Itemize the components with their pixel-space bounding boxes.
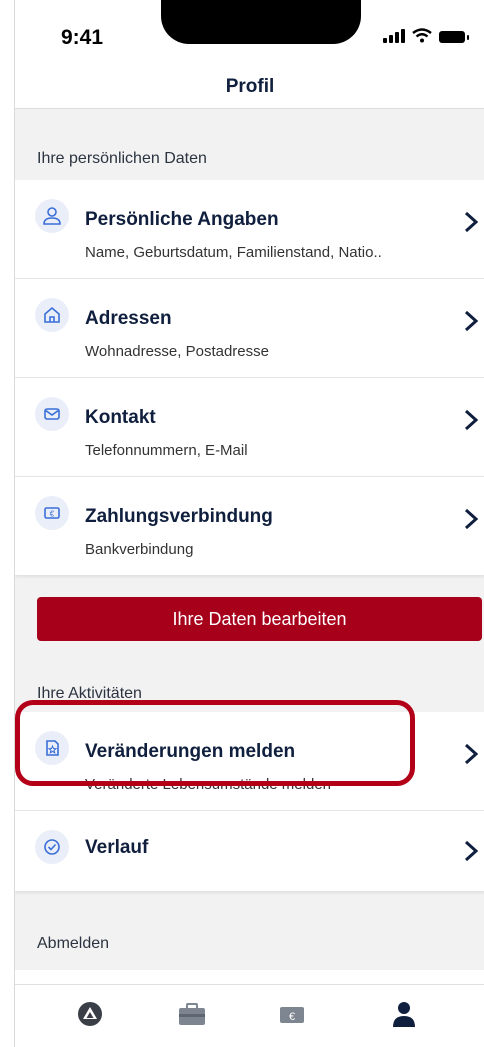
contact-icon bbox=[35, 397, 69, 431]
page-title: Profil bbox=[225, 76, 275, 97]
list-item-subtitle: Bankverbindung bbox=[85, 541, 194, 558]
profile-icon bbox=[393, 1002, 415, 1027]
chevron-right-icon bbox=[464, 211, 479, 233]
list-item-title: Verlauf bbox=[85, 837, 149, 858]
list-item-subtitle: Wohnadresse, Postadresse bbox=[85, 343, 269, 360]
list-item-verlauf[interactable]: Verlauf bbox=[15, 811, 484, 891]
personal-data-card: Persönliche Angaben Name, Geburtsdatum, … bbox=[15, 180, 484, 575]
signal-icon bbox=[383, 29, 405, 43]
list-item-title: Persönliche Angaben bbox=[85, 209, 279, 230]
section-label-personal: Ihre persönlichen Daten bbox=[37, 150, 207, 167]
tab-payments[interactable]: € bbox=[277, 999, 307, 1029]
status-time: 9:41 bbox=[61, 26, 104, 49]
list-item-title: Adressen bbox=[85, 308, 172, 329]
section-label-logout: Abmelden bbox=[37, 935, 110, 952]
home-icon bbox=[35, 298, 69, 332]
wallet-icon: € bbox=[280, 1007, 304, 1023]
battery-icon bbox=[439, 31, 469, 43]
chevron-right-icon bbox=[464, 409, 479, 431]
list-item-subtitle: Name, Geburtsdatum, Familienstand, Natio… bbox=[85, 244, 382, 261]
nav-header: Profil bbox=[15, 72, 484, 109]
chevron-right-icon bbox=[464, 508, 479, 530]
tab-bar: € bbox=[15, 984, 484, 1047]
status-icons bbox=[383, 28, 469, 43]
list-item-title: Kontakt bbox=[85, 407, 156, 428]
euro-card-icon: € bbox=[35, 496, 69, 530]
list-item-persoenliche-angaben[interactable]: Persönliche Angaben Name, Geburtsdatum, … bbox=[15, 180, 484, 279]
person-icon bbox=[35, 199, 69, 233]
app-frame: 9:41 Profil Ihre persönlichen Daten Pers… bbox=[14, 0, 484, 1047]
svg-text:€: € bbox=[50, 510, 55, 519]
tab-home[interactable] bbox=[75, 999, 105, 1029]
list-item-zahlungsverbindung[interactable]: € Zahlungsverbindung Bankverbindung bbox=[15, 477, 484, 575]
notch bbox=[161, 0, 361, 44]
tab-documents[interactable] bbox=[177, 999, 207, 1029]
status-bar: 9:41 bbox=[15, 0, 484, 72]
briefcase-icon bbox=[179, 1003, 205, 1025]
tab-profile[interactable] bbox=[389, 999, 419, 1029]
wifi-icon bbox=[412, 28, 432, 43]
list-item-adressen[interactable]: Adressen Wohnadresse, Postadresse bbox=[15, 279, 484, 378]
edit-data-button[interactable]: Ihre Daten bearbeiten bbox=[37, 597, 482, 641]
home-logo-icon bbox=[78, 1002, 102, 1026]
svg-text:€: € bbox=[289, 1011, 295, 1023]
chevron-right-icon bbox=[464, 840, 479, 862]
list-item-kontakt[interactable]: Kontakt Telefonnummern, E-Mail bbox=[15, 378, 484, 477]
highlight-annotation bbox=[15, 700, 415, 786]
list-item-subtitle: Telefonnummern, E-Mail bbox=[85, 442, 248, 459]
list-item-title: Zahlungsverbindung bbox=[85, 506, 273, 527]
chevron-right-icon bbox=[464, 310, 479, 332]
check-clock-icon bbox=[35, 830, 69, 864]
chevron-right-icon bbox=[464, 743, 479, 765]
